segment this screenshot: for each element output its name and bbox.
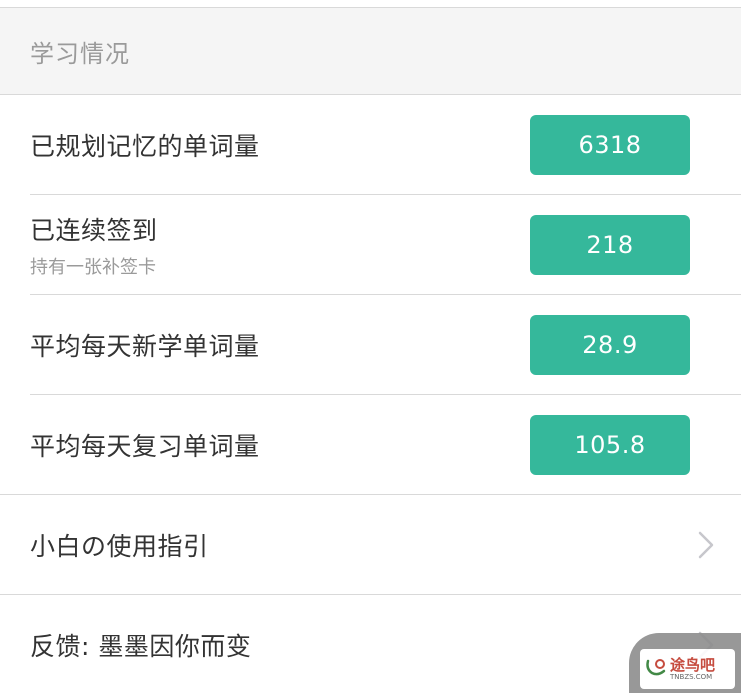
section-header: 学习情况 xyxy=(0,8,741,95)
nav-row-user-guide[interactable]: 小白の使用指引 xyxy=(0,495,741,595)
watermark-badge: 途鸟吧 TNBZS.COM xyxy=(640,649,735,689)
stat-value-badge[interactable]: 6318 xyxy=(530,115,690,175)
stat-row-daily-review-words: 平均每天复习单词量 105.8 xyxy=(0,395,741,495)
watermark-text: 途鸟吧 xyxy=(670,655,716,674)
stat-sublabel: 持有一张补签卡 xyxy=(30,257,156,278)
stat-label: 平均每天复习单词量 xyxy=(30,432,260,461)
section-title: 学习情况 xyxy=(30,39,130,68)
stat-label-wrap: 已规划记忆的单词量 xyxy=(30,127,260,163)
stat-value-badge[interactable]: 218 xyxy=(530,215,690,275)
stat-label: 已规划记忆的单词量 xyxy=(30,132,260,161)
stat-value-badge[interactable]: 28.9 xyxy=(530,315,690,375)
watermark: 途鸟吧 TNBZS.COM xyxy=(629,633,741,693)
stat-label: 已连续签到 xyxy=(30,216,158,245)
top-strip xyxy=(0,0,741,8)
stat-label-wrap: 平均每天复习单词量 xyxy=(30,427,260,463)
nav-label: 小白の使用指引 xyxy=(30,532,209,561)
watermark-subtext: TNBZS.COM xyxy=(670,672,713,681)
watermark-logo-icon xyxy=(644,655,668,683)
watermark-text-wrap: 途鸟吧 TNBZS.COM xyxy=(670,657,715,682)
stat-row-planned-words: 已规划记忆的单词量 6318 xyxy=(0,95,741,195)
stat-label-wrap: 平均每天新学单词量 xyxy=(30,327,260,363)
stat-row-checkin-streak: 已连续签到 持有一张补签卡 218 xyxy=(0,195,741,295)
stat-label-wrap: 已连续签到 持有一张补签卡 xyxy=(30,211,158,279)
stat-label: 平均每天新学单词量 xyxy=(30,332,260,361)
nav-label: 反馈: 墨墨因你而变 xyxy=(30,632,252,661)
chevron-right-icon xyxy=(691,530,721,560)
stat-row-daily-new-words: 平均每天新学单词量 28.9 xyxy=(0,295,741,395)
stat-value-badge[interactable]: 105.8 xyxy=(530,415,690,475)
